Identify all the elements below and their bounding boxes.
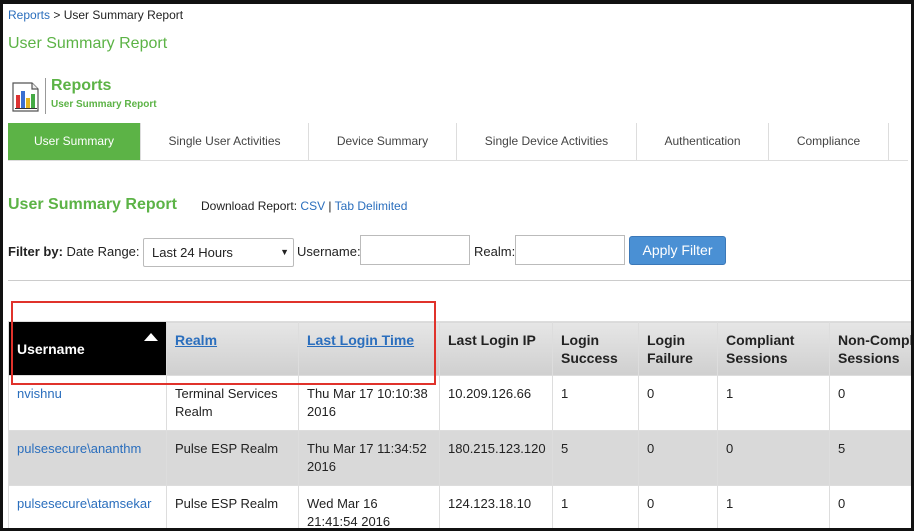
date-range-value: Last 24 Hours (152, 245, 233, 260)
cell-username: pulsesecure\ananthm (8, 430, 167, 486)
column-header-realm-link[interactable]: Realm (175, 332, 217, 348)
download-tab-delimited-link[interactable]: Tab Delimited (335, 199, 408, 213)
header-title: Reports (51, 77, 112, 94)
column-header-login-success-label: Login Success (561, 332, 618, 366)
cell-last-login-ip: 10.209.126.66 (439, 375, 553, 431)
username-input[interactable] (360, 235, 470, 265)
tab-user-summary[interactable]: User Summary (8, 123, 141, 160)
cell-realm: Terminal Services Realm (166, 375, 299, 431)
column-header-non-compliant-sessions: Non-Compliant Sessions (829, 321, 911, 376)
username-label: Username: (297, 244, 361, 259)
breadcrumb-separator: > (50, 8, 64, 22)
realm-input[interactable] (515, 235, 625, 265)
filter-label: Filter by: Date Range: (8, 244, 140, 259)
cell-last-login-ip: 180.215.123.120 (439, 430, 553, 486)
table-row: pulsesecure\atamsekar Pulse ESP Realm We… (8, 485, 911, 528)
column-header-login-failure: Login Failure (638, 321, 718, 376)
column-header-login-failure-label: Login Failure (647, 332, 693, 366)
column-header-username[interactable]: Username (8, 321, 167, 376)
cell-last-login-time: Wed Mar 16 21:41:54 2016 (298, 485, 440, 528)
page-title: User Summary Report (8, 35, 168, 52)
download-separator: | (325, 199, 335, 213)
cell-last-login-ip: 124.123.18.10 (439, 485, 553, 528)
cell-compliant-sessions: 1 (717, 485, 830, 528)
tab-compliance[interactable]: Compliance (769, 123, 889, 160)
username-link[interactable]: nvishnu (17, 386, 62, 401)
column-header-last-login-time-link[interactable]: Last Login Time (307, 332, 414, 348)
divider (8, 280, 911, 281)
apply-filter-button[interactable]: Apply Filter (629, 236, 726, 265)
column-header-compliant-sessions-label: Compliant Sessions (726, 332, 795, 366)
column-header-non-compliant-sessions-label: Non-Compliant Sessions (838, 332, 911, 366)
column-header-login-success: Login Success (552, 321, 639, 376)
user-summary-table: Username Realm Last Login Time Last Logi… (8, 321, 911, 528)
column-header-last-login-ip: Last Login IP (439, 321, 553, 376)
cell-realm: Pulse ESP Realm (166, 485, 299, 528)
cell-username: pulsesecure\atamsekar (8, 485, 167, 528)
cell-login-failure: 0 (638, 485, 718, 528)
cell-login-success: 1 (552, 485, 639, 528)
username-link[interactable]: pulsesecure\atamsekar (17, 496, 151, 511)
cell-last-login-time: Thu Mar 17 10:10:38 2016 (298, 375, 440, 431)
date-range-label: Date Range: (66, 244, 140, 259)
column-header-compliant-sessions: Compliant Sessions (717, 321, 830, 376)
download-csv-link[interactable]: CSV (300, 199, 325, 213)
dropdown-arrow-icon: ▼ (280, 247, 289, 257)
cell-compliant-sessions: 0 (717, 430, 830, 486)
table-row: nvishnu Terminal Services Realm Thu Mar … (8, 375, 911, 431)
breadcrumb-current: User Summary Report (63, 8, 184, 22)
breadcrumb: Reports > User Summary Report (8, 8, 183, 22)
report-chart-icon (12, 82, 39, 112)
column-header-realm[interactable]: Realm (166, 321, 299, 376)
report-tabs: User Summary Single User Activities Devi… (8, 123, 908, 161)
window-frame: Reports > User Summary Report User Summa… (0, 0, 914, 531)
tab-device-summary[interactable]: Device Summary (309, 123, 457, 160)
cell-username: nvishnu (8, 375, 167, 431)
cell-login-failure: 0 (638, 375, 718, 431)
cell-login-success: 1 (552, 375, 639, 431)
tab-single-device-activities[interactable]: Single Device Activities (457, 123, 637, 160)
column-header-username-label: Username (17, 340, 85, 357)
cell-compliant-sessions: 1 (717, 375, 830, 431)
cell-non-compliant-sessions: 0 (829, 485, 911, 528)
username-link[interactable]: pulsesecure\ananthm (17, 441, 141, 456)
tab-single-user-activities[interactable]: Single User Activities (141, 123, 309, 160)
table-header-row: Username Realm Last Login Time Last Logi… (8, 321, 911, 376)
breadcrumb-reports-link[interactable]: Reports (8, 8, 50, 22)
filter-by-label: Filter by: (8, 244, 63, 259)
cell-last-login-time: Thu Mar 17 11:34:52 2016 (298, 430, 440, 486)
date-range-select[interactable]: Last 24 Hours ▼ (143, 238, 294, 267)
header-divider (45, 78, 46, 114)
cell-non-compliant-sessions: 0 (829, 375, 911, 431)
section-title: User Summary Report (8, 196, 177, 213)
download-report: Download Report: CSV | Tab Delimited (201, 199, 407, 213)
tab-authentication[interactable]: Authentication (637, 123, 769, 160)
cell-login-success: 5 (552, 430, 639, 486)
sort-ascending-icon (144, 333, 158, 341)
table-row: pulsesecure\ananthm Pulse ESP Realm Thu … (8, 430, 911, 486)
download-label: Download Report: (201, 199, 298, 213)
header-subtitle: User Summary Report (51, 99, 157, 110)
cell-non-compliant-sessions: 5 (829, 430, 911, 486)
cell-realm: Pulse ESP Realm (166, 430, 299, 486)
column-header-last-login-time[interactable]: Last Login Time (298, 321, 440, 376)
cell-login-failure: 0 (638, 430, 718, 486)
realm-label: Realm: (474, 244, 516, 259)
